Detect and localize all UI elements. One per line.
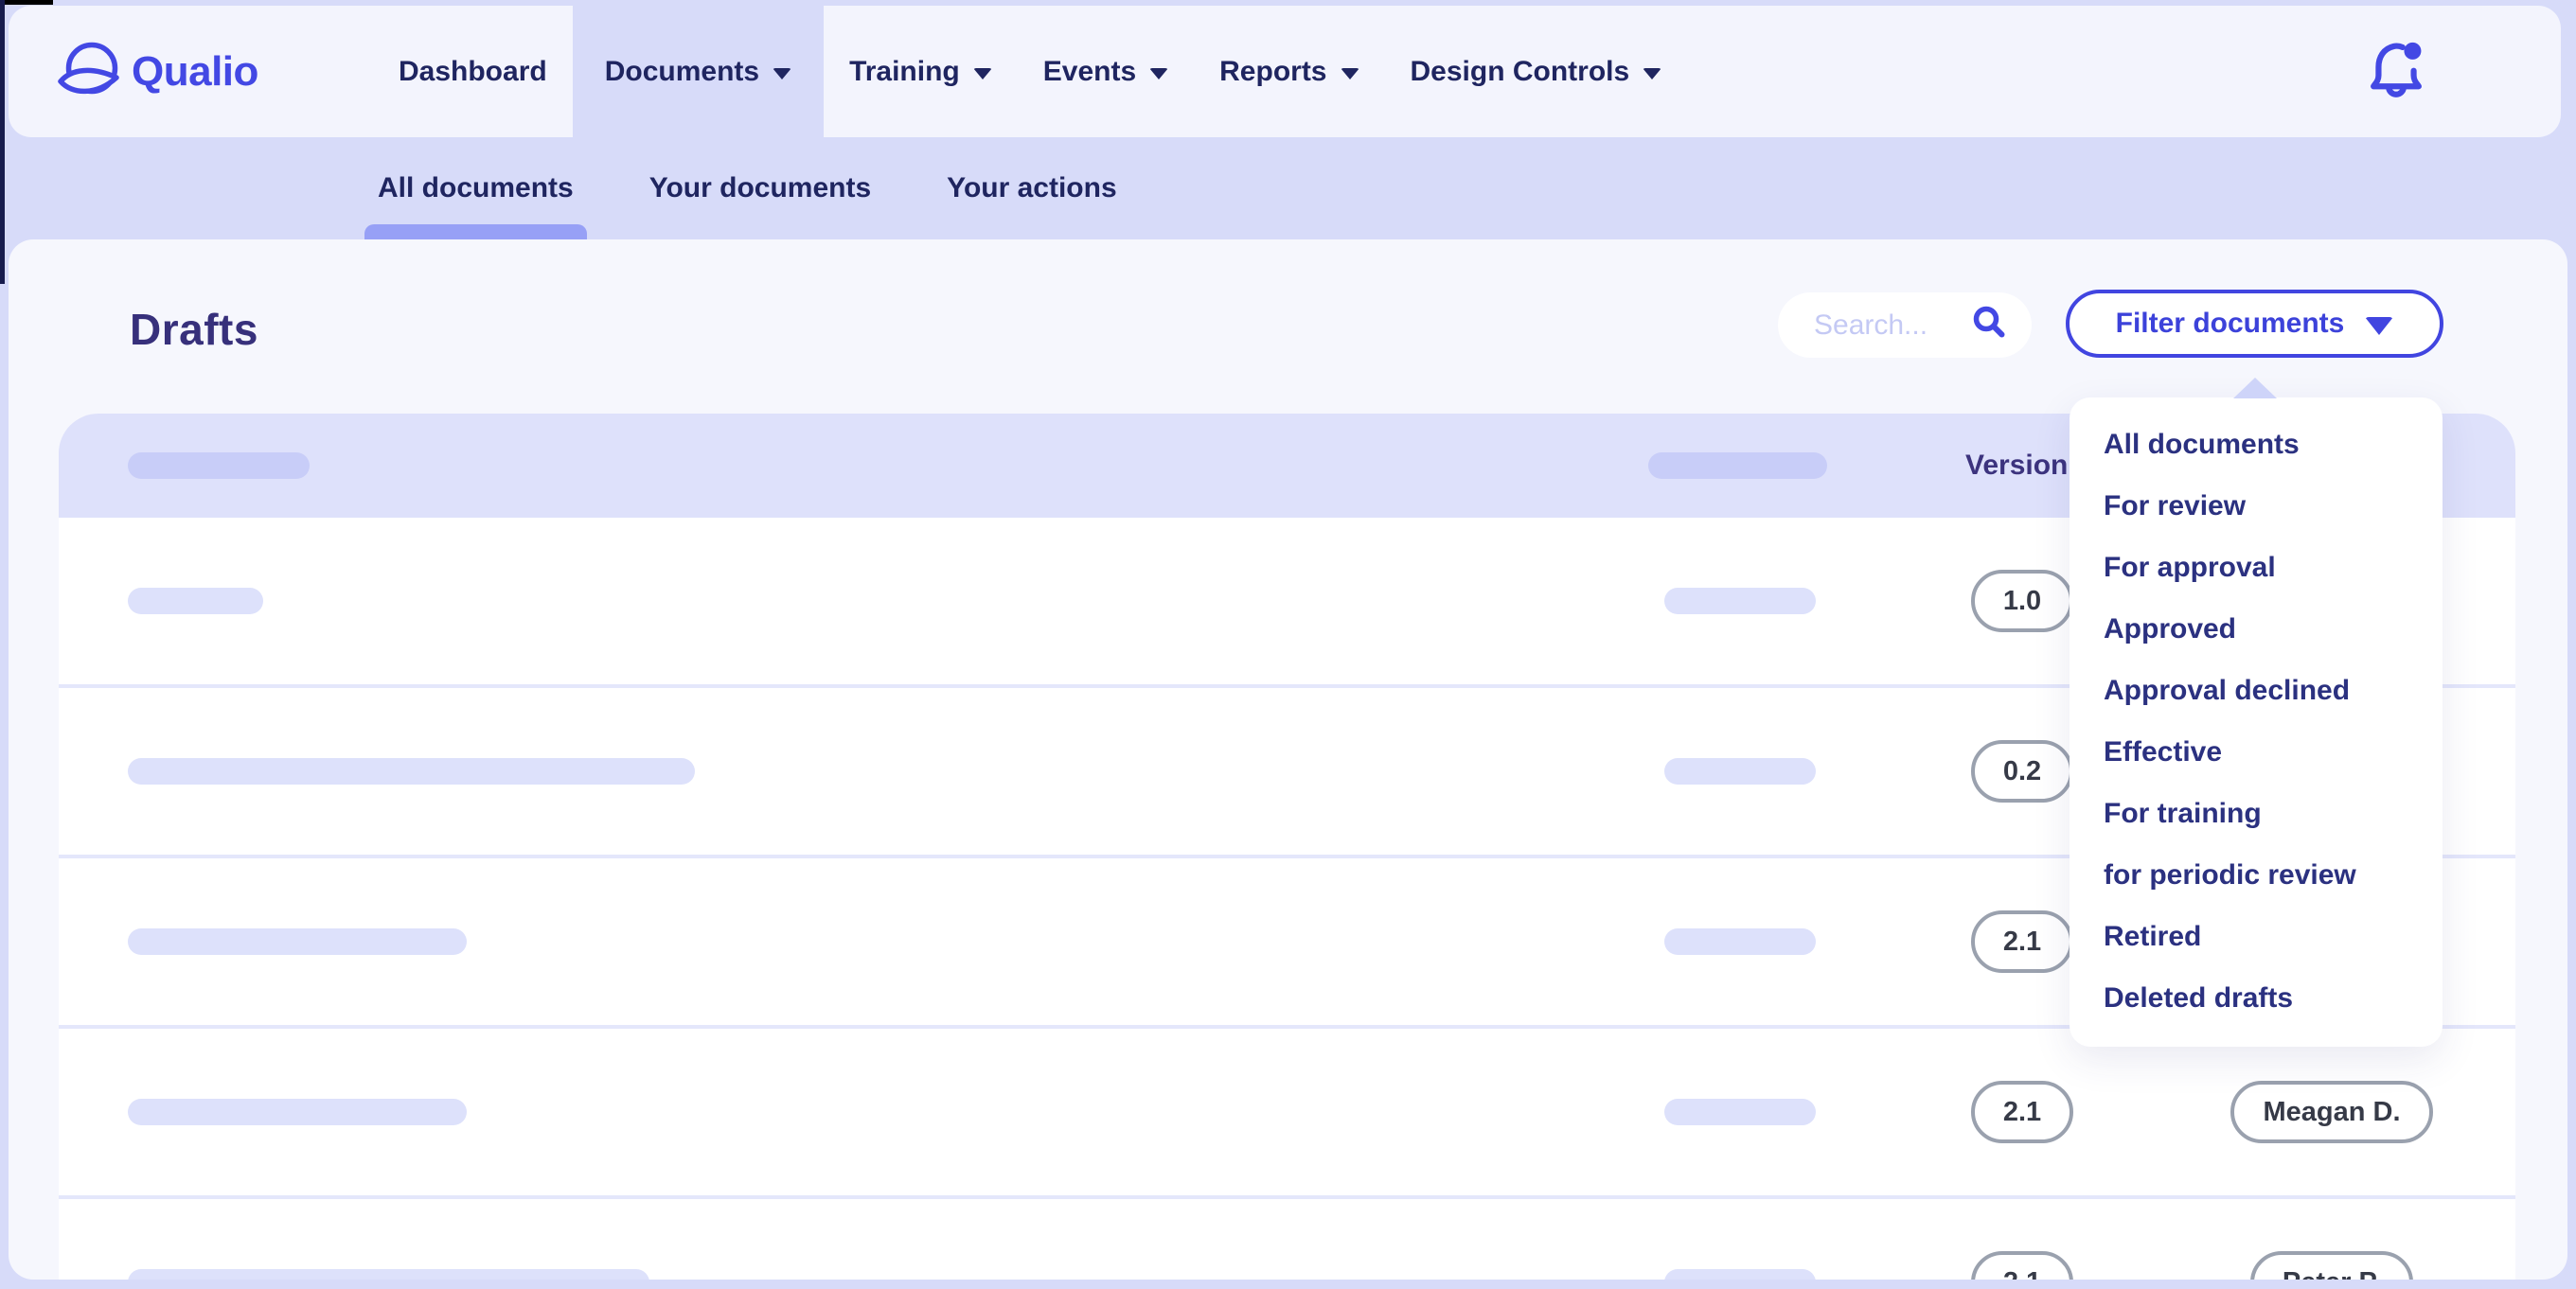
skeleton-bar bbox=[1664, 1269, 1816, 1280]
qualio-logo-icon bbox=[58, 42, 122, 102]
author-cell: Peter P. bbox=[2171, 1199, 2493, 1280]
tab-your-documents[interactable]: Your documents bbox=[636, 137, 884, 239]
skeleton-bar bbox=[1664, 928, 1816, 955]
skeleton-bar bbox=[128, 1269, 649, 1280]
unread-dot bbox=[2404, 43, 2421, 60]
caret-down-icon bbox=[773, 68, 791, 79]
version-cell: 1.0 bbox=[1965, 518, 2079, 684]
author-badge[interactable]: Meagan D. bbox=[2230, 1081, 2432, 1143]
nav-item-label: Training bbox=[849, 56, 960, 88]
bell-icon bbox=[2362, 35, 2430, 108]
notifications-button[interactable] bbox=[2362, 6, 2430, 137]
filter-dropdown-menu: All documentsFor reviewFor approvalAppro… bbox=[2070, 397, 2443, 1047]
menu-item-approval-declined[interactable]: Approval declined bbox=[2070, 660, 2443, 721]
nav-item-label: Design Controls bbox=[1411, 56, 1630, 88]
version-cell: 2.1 bbox=[1965, 1029, 2079, 1195]
search-box[interactable] bbox=[1778, 292, 2032, 358]
tab-all-documents[interactable]: All documents bbox=[364, 137, 587, 239]
version-cell: 0.2 bbox=[1965, 688, 2079, 855]
dropdown-pointer-arrow bbox=[2233, 378, 2277, 398]
version-badge: 2.1 bbox=[1971, 910, 2073, 973]
window-edge-artifact bbox=[0, 0, 53, 5]
version-badge: 2.1 bbox=[1971, 1081, 2073, 1143]
nav-item-documents[interactable]: Documents bbox=[573, 6, 824, 137]
version-badge: 2.1 bbox=[1971, 1251, 2073, 1280]
version-cell: 2.1 bbox=[1965, 858, 2079, 1025]
active-tab-indicator bbox=[364, 224, 587, 239]
caret-down-icon bbox=[973, 68, 992, 79]
version-badge: 0.2 bbox=[1971, 740, 2073, 803]
menu-item-all-documents[interactable]: All documents bbox=[2070, 414, 2443, 475]
nav-item-reports[interactable]: Reports bbox=[1194, 6, 1384, 137]
search-input[interactable] bbox=[1812, 309, 1969, 343]
tab-label: Your actions bbox=[947, 172, 1116, 204]
chevron-down-icon bbox=[2365, 317, 2393, 335]
page-title: Drafts bbox=[130, 304, 258, 355]
tab-your-actions[interactable]: Your actions bbox=[933, 137, 1129, 239]
brand-name: Qualio bbox=[132, 48, 258, 96]
menu-item-approved[interactable]: Approved bbox=[2070, 598, 2443, 660]
top-nav-bar: Qualio Dashboard Documents Training Events R… bbox=[9, 6, 2561, 137]
documents-subnav: All documents Your documents Your actions bbox=[364, 137, 1130, 239]
nav-item-events[interactable]: Events bbox=[1018, 6, 1194, 137]
window-edge-artifact-left bbox=[0, 0, 5, 284]
app-screen: Qualio Dashboard Documents Training Events R… bbox=[0, 0, 2576, 1289]
nav-item-label: Documents bbox=[605, 56, 759, 88]
nav-item-label: Dashboard bbox=[399, 56, 547, 88]
skeleton-bar bbox=[128, 758, 695, 785]
skeleton-bar bbox=[1664, 758, 1816, 785]
menu-item-for-review[interactable]: For review bbox=[2070, 475, 2443, 537]
filter-documents-label: Filter documents bbox=[2116, 308, 2345, 340]
version-cell: 2.1 bbox=[1965, 1199, 2079, 1280]
nav-item-training[interactable]: Training bbox=[824, 6, 1018, 137]
filter-documents-button[interactable]: Filter documents bbox=[2066, 290, 2443, 358]
caret-down-icon bbox=[1149, 68, 1168, 79]
nav-item-label: Events bbox=[1043, 56, 1136, 88]
menu-item-for-training[interactable]: For training bbox=[2070, 783, 2443, 844]
tab-label: Your documents bbox=[649, 172, 871, 204]
menu-item-retired[interactable]: Retired bbox=[2070, 906, 2443, 967]
skeleton-bar bbox=[1664, 1099, 1816, 1125]
tab-label: All documents bbox=[378, 172, 574, 204]
table-row[interactable]: 2.1 Meagan D. bbox=[59, 1029, 2515, 1199]
skeleton-bar bbox=[1648, 452, 1827, 479]
caret-down-icon bbox=[1341, 68, 1359, 79]
search-icon[interactable] bbox=[1969, 303, 2009, 347]
table-row[interactable]: 2.1 Peter P. bbox=[59, 1199, 2515, 1280]
version-badge: 1.0 bbox=[1971, 570, 2073, 632]
skeleton-bar bbox=[128, 588, 263, 614]
author-badge[interactable]: Peter P. bbox=[2250, 1251, 2413, 1280]
skeleton-bar bbox=[128, 1099, 467, 1125]
skeleton-bar bbox=[128, 452, 310, 479]
nav-item-dashboard[interactable]: Dashboard bbox=[373, 6, 573, 137]
author-cell: Meagan D. bbox=[2171, 1029, 2493, 1195]
nav-item-design-controls[interactable]: Design Controls bbox=[1385, 6, 1688, 137]
skeleton-bar bbox=[128, 928, 467, 955]
main-nav: Dashboard Documents Training Events Reports D… bbox=[373, 6, 1687, 137]
menu-item-for-periodic-review[interactable]: for periodic review bbox=[2070, 844, 2443, 906]
menu-item-deleted-drafts[interactable]: Deleted drafts bbox=[2070, 967, 2443, 1029]
nav-item-label: Reports bbox=[1219, 56, 1326, 88]
menu-item-effective[interactable]: Effective bbox=[2070, 721, 2443, 783]
caret-down-icon bbox=[1643, 68, 1661, 79]
skeleton-bar bbox=[1664, 588, 1816, 614]
menu-item-for-approval[interactable]: For approval bbox=[2070, 537, 2443, 598]
brand-logo[interactable]: Qualio bbox=[58, 6, 258, 137]
column-header-version: Version bbox=[1965, 450, 2068, 482]
